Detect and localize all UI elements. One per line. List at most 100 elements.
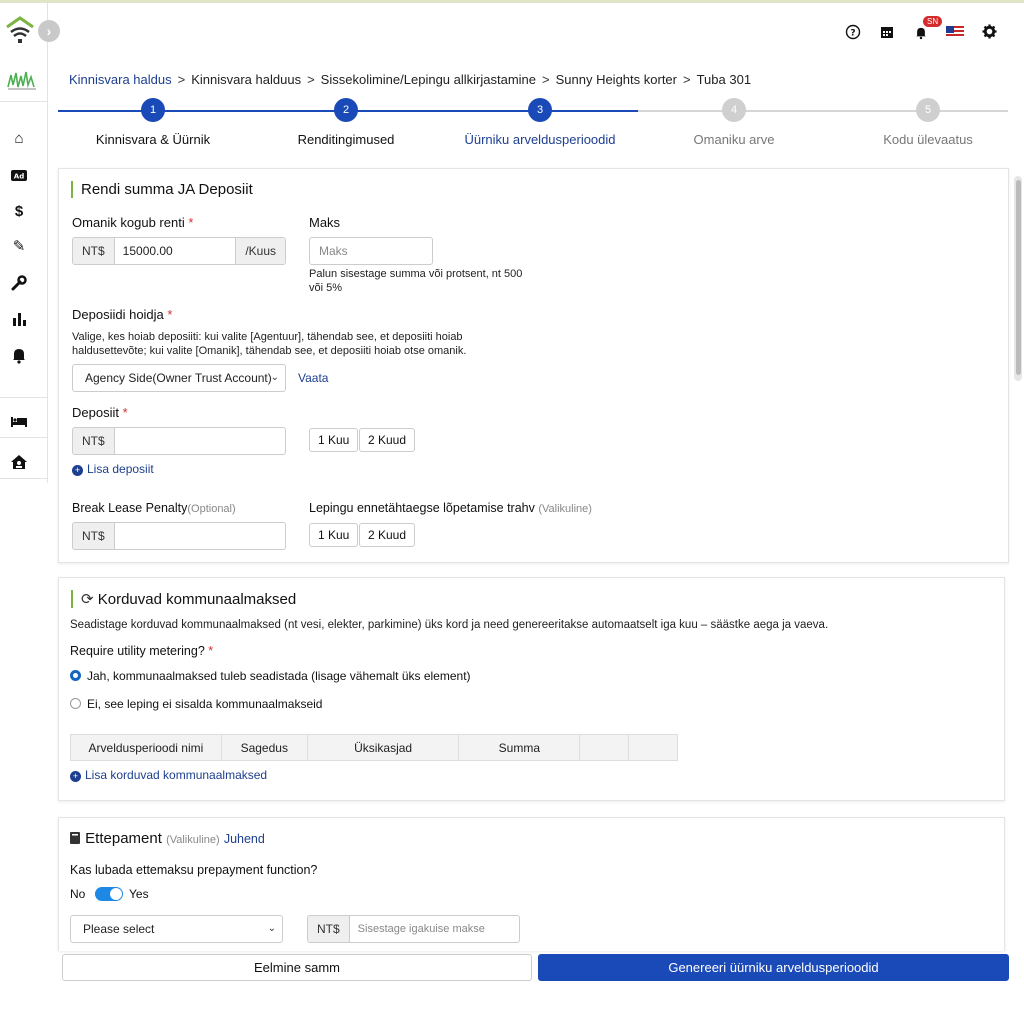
penalty-amount-input[interactable]: [115, 523, 285, 549]
step-5[interactable]: 5 Kodu ülevaatus: [833, 98, 1023, 147]
prepayment-amount-input-group: NT$ Sisestage igakuise makse summa: [307, 915, 520, 943]
bell-icon[interactable]: [10, 346, 28, 364]
deposit-label: Deposiit *: [72, 405, 128, 420]
step-number: 5: [916, 98, 940, 122]
step-label: Kodu ülevaatus: [883, 132, 973, 147]
refresh-icon: ⟳: [81, 591, 94, 608]
dollar-icon[interactable]: $: [10, 203, 28, 221]
wifi-home-logo-icon[interactable]: [4, 15, 36, 47]
plus-circle-icon: +: [72, 465, 83, 476]
breadcrumb-item[interactable]: Kinnisvara halduus: [191, 72, 301, 87]
column-header: Sagedus: [220, 734, 308, 761]
metering-label: Require utility metering? *: [70, 644, 214, 658]
breadcrumb-item[interactable]: Sunny Heights korter: [556, 72, 677, 87]
step-2[interactable]: 2 Renditingimused: [251, 98, 441, 147]
gear-icon[interactable]: [972, 22, 1006, 42]
penalty-2-months-button[interactable]: 2 Kuud: [359, 523, 416, 547]
sidebar-collapse-button[interactable]: ›: [38, 20, 60, 42]
currency-prefix: NT$: [73, 428, 115, 454]
bed-icon[interactable]: [10, 412, 28, 430]
toggle-yes-label: Yes: [129, 887, 149, 901]
scrollbar-thumb[interactable]: [1016, 180, 1021, 375]
step-label: Üürniku arveldusperioodid: [464, 132, 616, 147]
step-number: 3: [528, 98, 552, 122]
sidebar: ⌂ Ad $ ✎: [0, 3, 48, 483]
penalty-input-group: NT$: [72, 522, 286, 550]
header-toolbar: ? SN: [836, 16, 1006, 42]
prepayment-toggle[interactable]: [95, 887, 123, 901]
utilities-no-radio[interactable]: Ei, see leping ei sisalda kommunaalmakse…: [70, 697, 322, 711]
sign-contract-icon[interactable]: ✎: [10, 238, 28, 256]
penalty-1-month-button[interactable]: 1 Kuu: [309, 523, 359, 547]
prepayment-title: Ettepament (Valikuline) Juhend: [70, 830, 265, 847]
utilities-card: ⟳ Korduvad kommunaalmaksed Seadistage ko…: [58, 577, 1005, 801]
currency-prefix: NT$: [73, 523, 115, 549]
home-icon[interactable]: ⌂: [10, 130, 28, 148]
early-termination-label: Lepingu ennetähtaegse lõpetamise trahv (…: [309, 501, 592, 515]
step-1[interactable]: 1 Kinnisvara & Üürnik: [58, 98, 248, 147]
column-header: Summa: [458, 734, 581, 761]
step-label: Renditingimused: [297, 132, 395, 147]
column-header: Arveldusperioodi nimi: [70, 734, 222, 761]
prepayment-select[interactable]: Please select ⌄: [70, 915, 283, 943]
sidebar-divider: [0, 437, 48, 438]
step-label: Kinnisvara & Üürnik: [95, 132, 211, 147]
deposit-amount-input[interactable]: [115, 428, 285, 454]
max-input[interactable]: Maks: [309, 237, 433, 265]
rent-deposit-card: Rendi summa JA Deposiit Omanik kogub ren…: [58, 168, 1009, 563]
step-3[interactable]: 3 Üürniku arveldusperioodid: [445, 98, 635, 147]
svg-text:?: ?: [850, 29, 855, 39]
deposit-holder-select[interactable]: Agency Side(Owner Trust Account) ⌄: [72, 364, 286, 392]
rent-amount-input[interactable]: 15000.00: [115, 238, 236, 264]
wrench-icon[interactable]: [10, 274, 28, 292]
currency-prefix: NT$: [308, 916, 350, 942]
rent-label: Omanik kogub renti *: [72, 215, 194, 230]
brand-logo-icon: [7, 71, 36, 90]
prepayment-card: Ettepament (Valikuline) Juhend Kas lubad…: [58, 817, 1005, 951]
prepayment-amount-input[interactable]: Sisestage igakuise makse summa: [350, 916, 519, 942]
add-utility-link[interactable]: + Lisa korduvad kommunaalmaksed: [70, 768, 267, 782]
notification-bell-icon[interactable]: SN: [904, 16, 943, 42]
house-user-icon[interactable]: [10, 453, 28, 471]
sidebar-divider: [0, 101, 48, 102]
calendar-icon[interactable]: [870, 22, 904, 42]
deposit-2-months-button[interactable]: 2 Kuud: [359, 428, 416, 452]
deposit-1-month-button[interactable]: 1 Kuu: [309, 428, 359, 452]
previous-step-button[interactable]: Eelmine samm: [62, 954, 532, 981]
deposit-input-group: NT$: [72, 427, 286, 455]
rent-amount-input-group: NT$ 15000.00 /Kuus: [72, 237, 286, 265]
toggle-no-label: No: [70, 887, 86, 901]
max-help-text: Palun sisestage summa või protsent, nt 5…: [309, 268, 523, 294]
step-4[interactable]: 4 Omaniku arve: [639, 98, 829, 147]
guide-link[interactable]: Juhend: [224, 832, 265, 846]
help-icon[interactable]: ?: [836, 22, 870, 42]
utilities-description: Seadistage korduvad kommunaalmaksed (nt …: [70, 619, 829, 631]
holder-label: Deposiidi hoidja *: [72, 307, 173, 322]
per-month-suffix: /Kuus: [235, 238, 285, 264]
plus-circle-icon: +: [70, 771, 81, 782]
generate-billing-periods-button[interactable]: Genereeri üürniku arveldusperioodid: [538, 954, 1009, 981]
language-flag-icon[interactable]: [938, 22, 972, 42]
step-number: 1: [141, 98, 165, 122]
currency-prefix: NT$: [73, 238, 115, 264]
ad-icon[interactable]: Ad: [10, 166, 28, 184]
column-header: [579, 734, 630, 761]
bar-chart-icon[interactable]: [10, 310, 28, 328]
table-header-row: Arveldusperioodi nimi Sagedus Üksikasjad…: [70, 734, 678, 761]
prepayment-question: Kas lubada ettemaksu prepayment function…: [70, 863, 318, 877]
view-link[interactable]: Vaata: [298, 371, 328, 385]
max-label: Maks: [309, 215, 341, 230]
svg-text:Ad: Ad: [14, 173, 24, 181]
column-header: Üksikasjad: [306, 734, 460, 761]
card-title: Rendi summa JA Deposiit: [71, 181, 253, 198]
add-deposit-link[interactable]: + Lisa deposiit: [72, 462, 154, 476]
progress-stepper: 1 Kinnisvara & Üürnik 2 Renditingimused …: [58, 96, 1008, 156]
penalty-label: Break Lease Penalty(Optional): [72, 501, 236, 515]
utilities-yes-radio[interactable]: Jah, kommunaalmaksed tuleb seadistada (l…: [70, 669, 471, 683]
sidebar-divider: [0, 478, 48, 479]
chevron-down-icon: ⌄: [270, 372, 279, 383]
breadcrumb-item-current: Tuba 301: [696, 72, 752, 87]
breadcrumb-item[interactable]: Sissekolimine/Lepingu allkirjastamine: [321, 72, 536, 87]
breadcrumb-item[interactable]: Kinnisvara haldus: [69, 72, 172, 87]
column-header: [628, 734, 678, 761]
